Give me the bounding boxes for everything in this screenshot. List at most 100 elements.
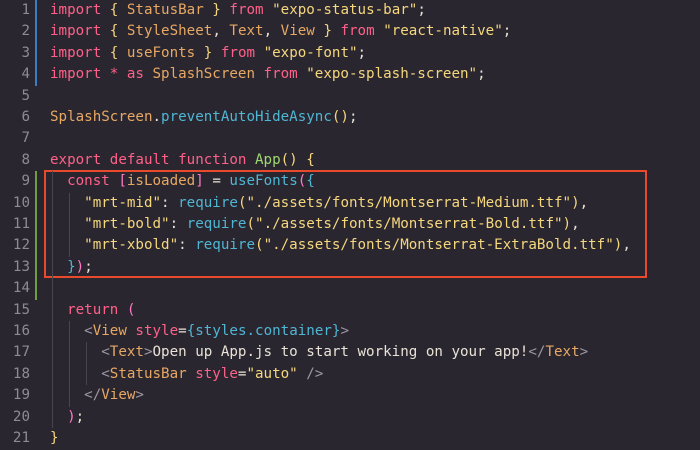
- line-number: 17: [12, 344, 30, 361]
- code-line[interactable]: 15 return (: [0, 300, 700, 321]
- code-line[interactable]: 9 const [isLoaded] = useFonts({: [0, 171, 700, 193]
- code-token: function: [178, 151, 256, 168]
- code-token: "expo-status-bar": [272, 2, 418, 18]
- code-line[interactable]: 19 </View>: [0, 385, 700, 406]
- code-token: from: [331, 23, 384, 40]
- code-text: "mrt-bold": require("./assets/fonts/Mont…: [50, 214, 579, 235]
- code-token: ,: [622, 237, 631, 254]
- code-token: {: [306, 173, 315, 190]
- code-token: (: [126, 301, 136, 318]
- code-token: styles.container: [195, 323, 332, 339]
- line-number: 14: [12, 280, 30, 297]
- code-token: =: [203, 173, 230, 190]
- code-token: StatusBar: [109, 365, 187, 382]
- line-number: 18: [12, 365, 30, 382]
- code-token: ,: [263, 23, 281, 40]
- code-token: SplashScreen: [152, 66, 256, 83]
- code-line[interactable]: 10 "mrt-mid": require("./assets/fonts/Mo…: [0, 192, 700, 214]
- code-token: "./assets/fonts/Montserrat-Medium.ttf": [246, 194, 572, 211]
- code-line[interactable]: 14: [0, 278, 700, 300]
- code-line[interactable]: 20 );: [0, 407, 700, 428]
- code-token: :: [161, 194, 179, 211]
- code-token: }: [203, 2, 221, 18]
- line-number: 6: [21, 109, 30, 125]
- code-token: />: [297, 365, 324, 382]
- code-editor[interactable]: 1 import { StatusBar } from "expo-status-…: [0, 0, 700, 450]
- code-text: <StatusBar style="auto" />: [50, 364, 323, 385]
- code-token: "react-native": [383, 23, 503, 40]
- code-token: useFonts: [126, 44, 196, 61]
- code-token: >: [579, 344, 589, 361]
- line-number: 12: [12, 237, 30, 254]
- code-line[interactable]: 18 <StatusBar style="auto" />: [0, 364, 700, 385]
- code-token: from: [212, 44, 264, 61]
- code-text: <Text>Open up App.js to start working on…: [50, 342, 588, 363]
- line-number: 8: [21, 151, 30, 168]
- line-number: 7: [21, 130, 30, 147]
- code-line[interactable]: 21}: [0, 428, 700, 449]
- code-token: ;: [477, 66, 486, 83]
- code-text: import { StatusBar } from "expo-status-b…: [50, 0, 426, 21]
- code-line[interactable]: 7: [0, 128, 700, 149]
- code-token: <: [50, 344, 110, 361]
- code-token: ): [75, 258, 85, 275]
- code-line[interactable]: 13 });: [0, 256, 700, 279]
- code-line[interactable]: 4 import * as SplashScreen from "expo-spl…: [0, 64, 700, 86]
- code-line[interactable]: 12 "mrt-xbold": require("./assets/fonts/…: [0, 235, 700, 257]
- code-line[interactable]: 2 import { StyleSheet, Text, View } from …: [0, 21, 700, 43]
- code-token: }: [195, 44, 213, 61]
- code-token: as: [126, 66, 153, 83]
- code-line[interactable]: 3 import { useFonts } from "expo-font";: [0, 42, 700, 65]
- code-token: >: [340, 323, 349, 339]
- code-text: }: [50, 428, 59, 449]
- code-text: "mrt-mid": require("./assets/fonts/Monts…: [50, 193, 588, 214]
- code-line[interactable]: 6 SplashScreen.preventAutoHideAsync();: [0, 107, 700, 128]
- code-line[interactable]: 1 import { StatusBar } from "expo-status-…: [0, 0, 700, 22]
- git-change-marker: [35, 214, 37, 236]
- code-token: useFonts: [229, 173, 298, 190]
- line-number: 4: [21, 66, 30, 83]
- line-number: 2: [21, 23, 30, 40]
- code-line[interactable]: 8 export default function App() {: [0, 150, 700, 171]
- code-line[interactable]: 16 <View style={styles.container}>: [0, 321, 700, 342]
- code-token: }: [314, 23, 332, 40]
- code-text: </View>: [50, 385, 144, 406]
- code-token: View: [101, 387, 136, 404]
- code-token: "mrt-bold": [50, 216, 170, 232]
- code-line[interactable]: 17 <Text>Open up App.js to start working…: [0, 342, 700, 363]
- code-token: "./assets/fonts/Montserrat-Bold.ttf": [255, 216, 563, 232]
- code-text: return (: [50, 300, 135, 321]
- code-token: import: [50, 23, 110, 40]
- code-text: });: [50, 257, 93, 278]
- code-token: "expo-splash-screen": [306, 66, 478, 83]
- line-number: 11: [12, 216, 30, 232]
- code-line[interactable]: 11 "mrt-bold": require("./assets/fonts/M…: [0, 214, 700, 236]
- line-number: 21: [12, 430, 30, 446]
- git-change-marker: [35, 21, 37, 43]
- code-token: isLoaded: [126, 173, 196, 190]
- code-token: ;: [357, 44, 367, 61]
- code-token: ;: [348, 109, 358, 125]
- line-number: 3: [21, 44, 30, 61]
- code-token: {: [109, 23, 127, 40]
- code-token: "auto": [246, 365, 298, 382]
- line-number: 15: [12, 301, 30, 318]
- code-text: );: [50, 407, 84, 428]
- line-number: 9: [21, 173, 30, 190]
- indent-guide: [69, 192, 70, 257]
- code-token: ): [67, 408, 76, 425]
- code-token: import: [50, 2, 110, 18]
- code-token: [: [118, 173, 127, 190]
- git-change-marker: [35, 0, 37, 22]
- indent-guide: [69, 321, 70, 407]
- code-token: preventAutoHideAsync: [161, 109, 332, 125]
- code-token: <: [50, 365, 110, 382]
- code-line[interactable]: 5: [0, 86, 700, 107]
- code-token: ]: [195, 173, 204, 190]
- code-token: ,: [579, 194, 589, 211]
- code-text: import { StyleSheet, Text, View } from "…: [50, 21, 511, 42]
- code-token: import: [50, 44, 110, 61]
- code-token: import: [50, 66, 110, 83]
- code-text: "mrt-xbold": require("./assets/fonts/Mon…: [50, 235, 631, 256]
- code-text: <View style={styles.container}>: [50, 321, 349, 342]
